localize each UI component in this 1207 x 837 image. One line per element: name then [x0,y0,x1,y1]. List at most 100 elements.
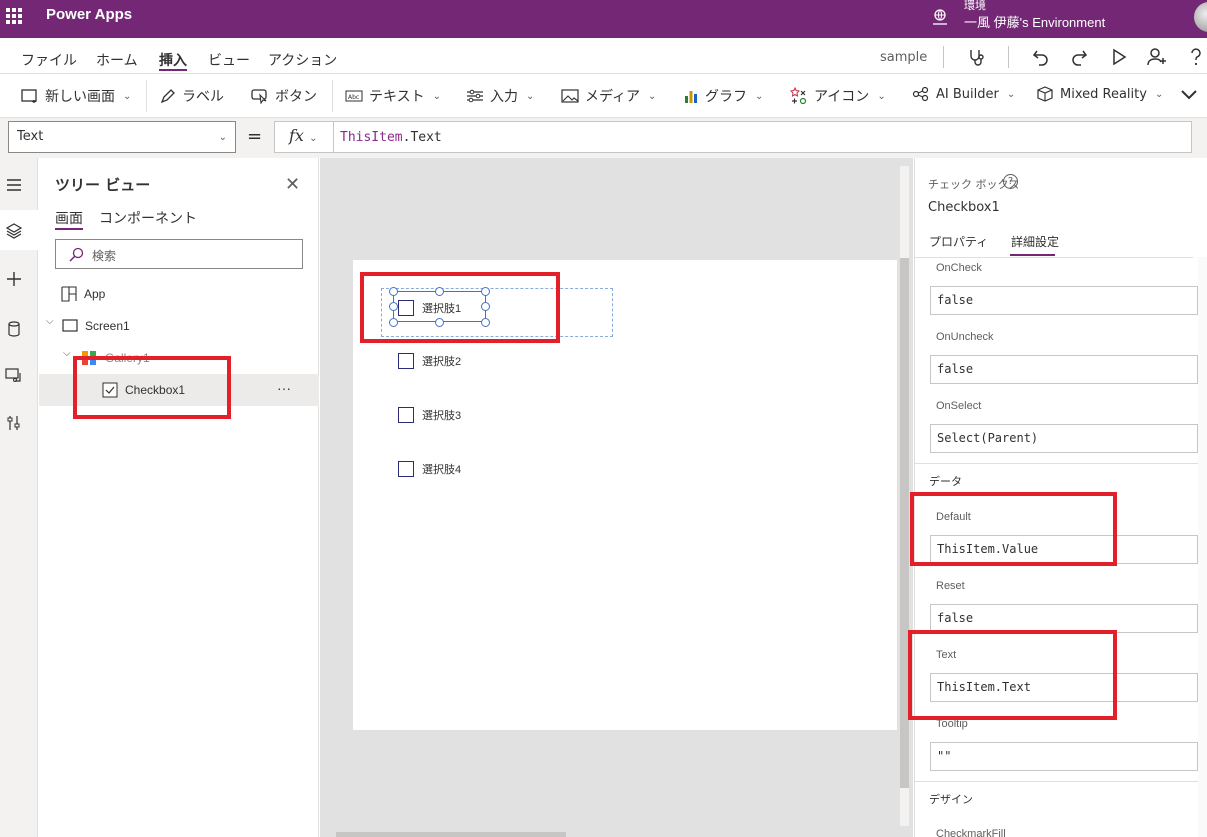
formula-input[interactable]: ThisItem.Text [333,121,1192,153]
resize-handle[interactable] [481,302,490,311]
divider [915,463,1207,464]
menu-bar: ファイル ホーム 挿入 ビュー アクション sample [0,38,1207,74]
tooltip-label: Tooltip [936,718,968,730]
chevron-down-icon: ⌵ [46,316,54,327]
new-screen-button[interactable]: 新しい画面 ⌄ [21,86,131,106]
onuncheck-input[interactable]: false [930,355,1198,384]
app-launcher-icon[interactable] [6,8,22,24]
ai-builder-label: AI Builder [936,86,999,102]
app-header: Power Apps 環境 一風 伊藤's Environment [0,0,1207,38]
hamburger-menu-icon[interactable] [5,176,23,194]
chevron-down-icon: ⌄ [1006,88,1016,100]
app-screen[interactable]: 選択肢1 選択肢2 選択肢3 選択肢4 [353,260,897,730]
tab-advanced[interactable]: 詳細設定 [1011,233,1059,250]
text-button[interactable]: Abc テキスト ⌄ [345,86,441,106]
resize-handle[interactable] [389,287,398,296]
input-button[interactable]: 入力 ⌄ [466,86,534,106]
avatar[interactable] [1194,2,1207,32]
vertical-scrollbar-thumb[interactable] [900,258,909,788]
chevron-down-icon: ⌄ [218,132,227,143]
redo-icon[interactable] [1069,47,1089,67]
onselect-input[interactable]: Select(Parent) [930,424,1198,453]
property-value: Text [17,129,44,144]
app-icon [61,286,77,302]
onuncheck-label: OnUncheck [936,331,994,343]
search-icon [69,247,84,262]
help-icon[interactable]: ? [1003,174,1018,189]
resize-handle[interactable] [435,318,444,327]
media-library-icon[interactable] [5,366,23,384]
media-label: メディア [585,89,641,105]
close-icon[interactable]: ✕ [285,174,300,195]
tab-active-indicator [55,228,83,230]
tree-item-screen[interactable]: ⌵ Screen1 [39,310,319,342]
tab-components[interactable]: コンポーネント [99,208,197,228]
checkbox-box[interactable] [398,461,414,477]
tab-screens[interactable]: 画面 [55,208,83,228]
checkmarkfill-label: CheckmarkFill [936,828,1006,837]
label-button[interactable]: ラベル [160,86,224,106]
app-checker-icon[interactable] [966,47,986,67]
button-icon [251,89,267,104]
chevron-down-icon: ⌄ [305,133,318,144]
environment-icon[interactable] [931,8,949,26]
resize-handle[interactable] [389,318,398,327]
checkbox-label: 選択肢4 [422,464,462,476]
icons-button[interactable]: アイコン ⌄ [790,86,886,106]
default-input[interactable]: ThisItem.Value [930,535,1198,564]
search-placeholder: 検索 [92,249,117,263]
menu-action[interactable]: アクション [268,50,337,70]
menu-view[interactable]: ビュー [208,50,250,70]
tree-item-gallery[interactable]: ⌵ Gallery1 [39,342,319,374]
control-name: Checkbox1 [928,200,1000,215]
undo-icon[interactable] [1031,47,1051,67]
tooltip-input[interactable]: "" [930,742,1198,771]
play-icon[interactable] [1109,47,1129,67]
mixed-reality-button[interactable]: Mixed Reality ⌄ [1036,86,1163,102]
insert-plus-icon[interactable] [5,270,23,288]
properties-scrollbar[interactable] [1198,257,1207,837]
tree-view-panel: ツリー ビュー ✕ 画面 コンポーネント 検索 App ⌵ Screen1 ⌵ … [39,158,319,837]
menu-home[interactable]: ホーム [96,50,138,70]
chart-button[interactable]: グラフ ⌄ [683,86,763,106]
tree-view-icon[interactable] [5,222,23,240]
help-icon[interactable] [1186,47,1206,67]
resize-handle[interactable] [435,287,444,296]
share-user-icon[interactable] [1147,47,1167,67]
checkbox-box[interactable] [398,353,414,369]
function-button[interactable]: fx ⌄ [274,121,334,153]
button-button[interactable]: ボタン [251,86,317,106]
ai-builder-button[interactable]: AI Builder ⌄ [912,86,1015,102]
checkbox-box[interactable] [398,407,414,423]
tree-search-input[interactable]: 検索 [55,239,303,269]
property-dropdown[interactable]: Text ⌄ [8,121,236,153]
app-title[interactable]: Power Apps [46,6,132,23]
text-input[interactable]: ThisItem.Text [930,673,1198,702]
formula-bar: Text ⌄ = fx ⌄ ThisItem.Text [0,118,1207,158]
tree-item-label: Screen1 [85,319,130,333]
text-label: テキスト [369,89,425,105]
tree-item-checkbox[interactable]: Checkbox1 ··· [39,374,319,406]
resize-handle[interactable] [481,318,490,327]
menu-file[interactable]: ファイル [21,50,77,70]
checkbox-label: 選択肢2 [422,356,462,368]
more-options-icon[interactable]: ··· [277,380,291,396]
svg-text:Abc: Abc [348,94,359,101]
tree-item-app[interactable]: App [39,278,319,310]
data-icon[interactable] [5,320,23,338]
divider [1008,46,1009,68]
tab-properties[interactable]: プロパティ [929,233,988,250]
resize-handle[interactable] [481,287,490,296]
toolbar-expand-icon[interactable] [1180,88,1198,102]
environment-name[interactable]: 一風 伊藤's Environment [964,12,1105,31]
horizontal-scrollbar-thumb[interactable] [336,832,566,837]
reset-input[interactable]: false [930,604,1198,633]
menu-insert[interactable]: 挿入 [159,50,187,70]
resize-handle[interactable] [389,302,398,311]
reset-label: Reset [936,580,965,592]
oncheck-input[interactable]: false [930,286,1198,315]
media-button[interactable]: メディア ⌄ [561,86,656,106]
advanced-tools-icon[interactable] [5,414,23,432]
gallery-icon [82,351,96,365]
app-name: sample [880,50,928,65]
